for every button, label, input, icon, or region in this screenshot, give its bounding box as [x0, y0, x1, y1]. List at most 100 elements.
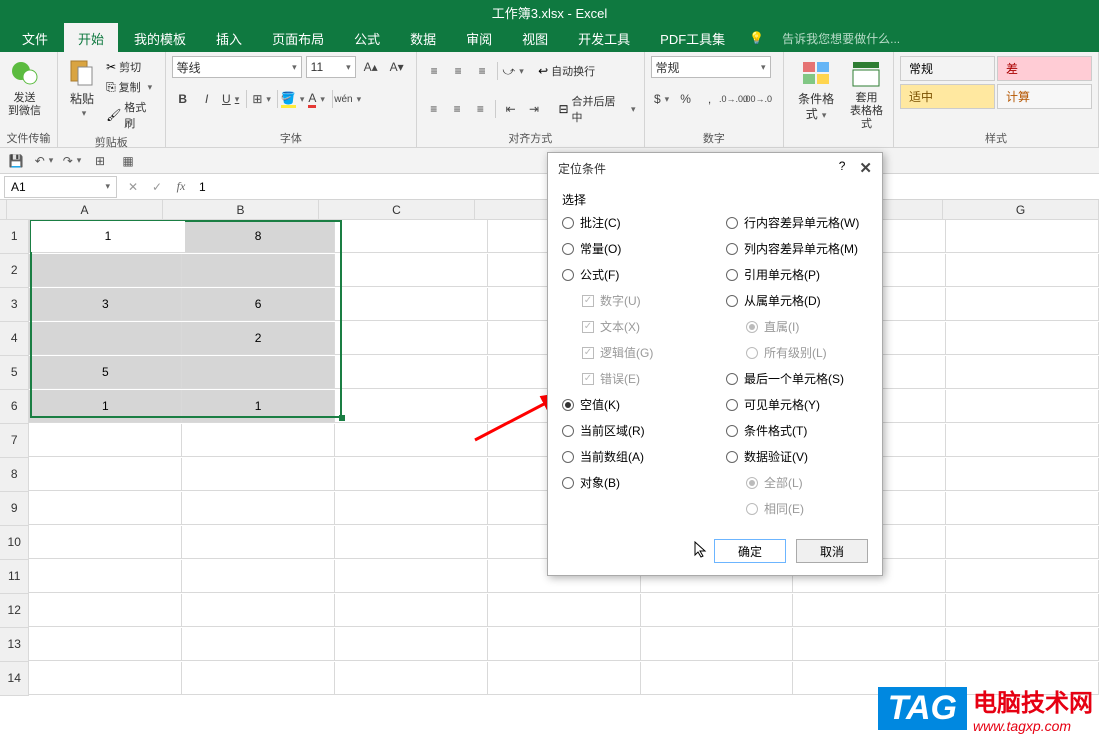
cell[interactable] [946, 458, 1099, 491]
tab-view[interactable]: 视图 [508, 23, 562, 54]
align-top-button[interactable]: ≡ [423, 60, 445, 82]
cell[interactable] [946, 390, 1099, 423]
fx-button[interactable]: fx [169, 176, 193, 198]
enter-formula-button[interactable]: ✓ [145, 176, 169, 198]
cell[interactable] [335, 288, 488, 321]
cell[interactable] [335, 254, 488, 287]
italic-button[interactable]: I [196, 88, 218, 110]
font-name-combo[interactable]: 等线▾ [172, 56, 302, 78]
tab-mytemplates[interactable]: 我的模板 [120, 23, 200, 54]
row-header[interactable]: 12 [0, 594, 29, 628]
cell[interactable] [488, 628, 641, 661]
tab-pagelayout[interactable]: 页面布局 [258, 23, 338, 54]
cell[interactable] [335, 458, 488, 491]
comma-button[interactable]: , [699, 88, 721, 110]
cell[interactable] [946, 628, 1099, 661]
cell[interactable]: 3 [29, 288, 182, 321]
font-color-button[interactable]: A▾ [306, 88, 328, 110]
row-header[interactable]: 5 [0, 356, 29, 390]
row-header[interactable]: 13 [0, 628, 29, 662]
style-calc[interactable]: 计算 [997, 84, 1092, 109]
cell[interactable] [793, 594, 946, 627]
cell[interactable] [335, 662, 488, 695]
cell[interactable] [182, 526, 335, 559]
cond-format-button[interactable]: 条件格式▾ [790, 56, 842, 124]
cell[interactable]: 6 [182, 288, 335, 321]
align-center-button[interactable]: ≡ [446, 98, 467, 120]
increase-decimal-button[interactable]: .0→.00 [723, 88, 745, 110]
font-size-combo[interactable]: 11▾ [306, 56, 356, 78]
row-header[interactable]: 14 [0, 662, 29, 696]
cut-button[interactable]: ✂剪切 [104, 58, 159, 76]
bold-button[interactable]: B [172, 88, 194, 110]
cell[interactable] [335, 390, 488, 423]
cell[interactable] [182, 560, 335, 593]
row-header[interactable]: 9 [0, 492, 29, 526]
cell[interactable] [946, 288, 1099, 321]
send-wechat-button[interactable]: 发送 到微信 [6, 56, 43, 120]
column-header[interactable]: G [943, 200, 1099, 220]
cell[interactable] [946, 594, 1099, 627]
tab-pdf[interactable]: PDF工具集 [646, 23, 739, 54]
dialog-close-button[interactable]: ✕ [859, 159, 872, 177]
table-format-button[interactable]: 套用 表格格式 [846, 56, 887, 134]
radio-current-region[interactable]: 当前区域(R) [562, 422, 704, 439]
name-box[interactable]: A1▾ [4, 176, 117, 198]
cell[interactable] [335, 424, 488, 457]
cell[interactable] [946, 526, 1099, 559]
cell[interactable] [29, 628, 182, 661]
row-header[interactable]: 1 [0, 220, 29, 254]
tab-home[interactable]: 开始 [64, 23, 118, 54]
copy-button[interactable]: ⎘复制▾ [104, 78, 159, 96]
active-cell[interactable]: 1 [31, 221, 185, 252]
cell[interactable] [335, 560, 488, 593]
increase-indent-button[interactable]: ⇥ [523, 98, 544, 120]
undo-button[interactable]: ↶▾ [34, 151, 54, 171]
radio-constants[interactable]: 常量(O) [562, 240, 704, 257]
row-header[interactable]: 7 [0, 424, 29, 458]
cell[interactable] [946, 322, 1099, 355]
radio-comments[interactable]: 批注(C) [562, 214, 704, 231]
save-button[interactable]: 💾 [6, 151, 26, 171]
cell[interactable] [182, 662, 335, 695]
percent-button[interactable]: % [675, 88, 697, 110]
cell[interactable] [335, 628, 488, 661]
cell[interactable] [29, 492, 182, 525]
align-bottom-button[interactable]: ≡ [471, 60, 493, 82]
radio-last-cell[interactable]: 最后一个单元格(S) [726, 370, 868, 387]
tab-file[interactable]: 文件 [8, 23, 62, 54]
radio-dependents[interactable]: 从属单元格(D) [726, 292, 868, 309]
increase-font-button[interactable]: A▴ [360, 56, 382, 78]
tellme-input[interactable]: 告诉我您想要做什么... [782, 30, 900, 47]
tab-developer[interactable]: 开发工具 [564, 23, 644, 54]
decrease-decimal-button[interactable]: .00→.0 [747, 88, 769, 110]
cell[interactable] [335, 356, 488, 389]
qat-btn2[interactable]: ▦ [118, 151, 138, 171]
radio-col-diff[interactable]: 列内容差异单元格(M) [726, 240, 868, 257]
cancel-formula-button[interactable]: ✕ [121, 176, 145, 198]
cell[interactable] [335, 220, 488, 253]
radio-visible[interactable]: 可见单元格(Y) [726, 396, 868, 413]
cell[interactable] [335, 322, 488, 355]
decrease-font-button[interactable]: A▾ [386, 56, 408, 78]
align-left-button[interactable]: ≡ [423, 98, 444, 120]
cell[interactable] [946, 220, 1099, 253]
paste-button[interactable]: 粘贴▾ [64, 56, 100, 122]
cell[interactable] [182, 492, 335, 525]
radio-cond-format[interactable]: 条件格式(T) [726, 422, 868, 439]
cell[interactable] [641, 662, 794, 695]
column-header[interactable]: B [163, 200, 319, 220]
cell[interactable] [488, 662, 641, 695]
radio-row-diff[interactable]: 行内容差异单元格(W) [726, 214, 868, 231]
cell[interactable] [29, 254, 182, 287]
radio-current-array[interactable]: 当前数组(A) [562, 448, 704, 465]
cell[interactable] [29, 322, 182, 355]
radio-formulas[interactable]: 公式(F) [562, 266, 704, 283]
fill-color-button[interactable]: 🪣▾ [282, 88, 304, 110]
row-header[interactable]: 2 [0, 254, 29, 288]
underline-button[interactable]: U▾ [220, 88, 242, 110]
tab-data[interactable]: 数据 [396, 23, 450, 54]
cell[interactable] [335, 492, 488, 525]
cell[interactable]: 1 [29, 390, 182, 423]
cell[interactable] [946, 492, 1099, 525]
